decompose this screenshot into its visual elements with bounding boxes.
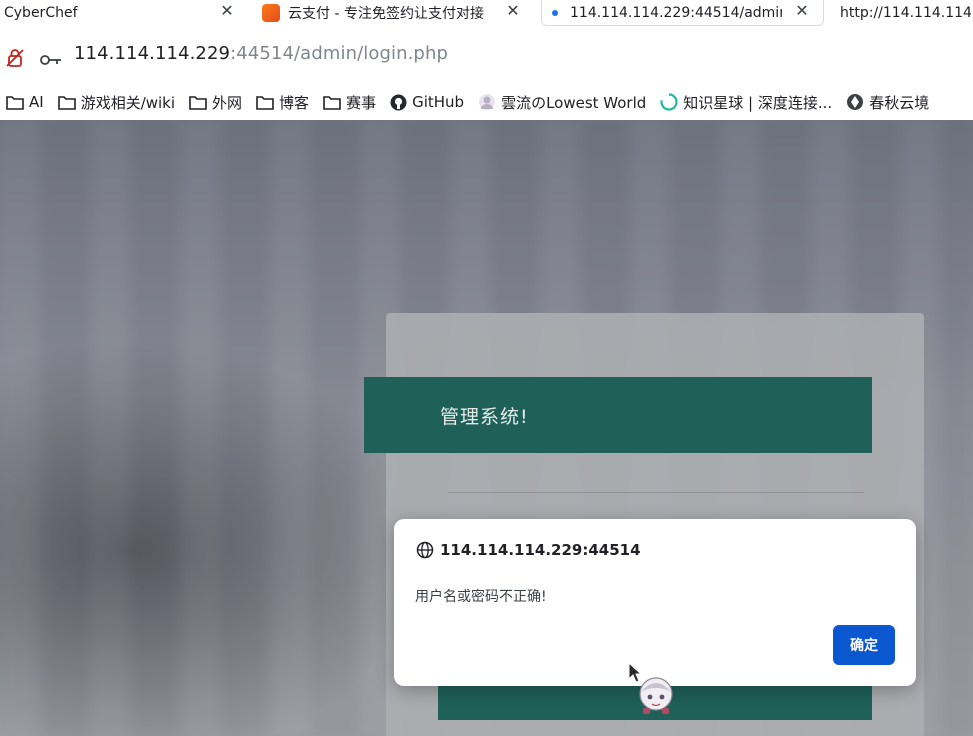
globe-icon [416, 541, 434, 559]
bookmark-chunqiu[interactable]: 春秋云境 [846, 92, 929, 113]
form-divider [448, 492, 864, 493]
url-port-path: :44514/admin/login.php [230, 43, 448, 64]
bookmark-external[interactable]: 外网 [189, 92, 242, 113]
ok-button[interactable]: 确定 [833, 625, 895, 665]
folder-icon [57, 95, 76, 110]
login-header: 管理系统! [364, 377, 872, 453]
login-title: 管理系统! [440, 405, 529, 428]
bookmark-label: 雲流のLowest World [501, 93, 647, 112]
folder-icon [323, 95, 341, 110]
dialog-origin-text: 114.114.114.229:44514 [440, 541, 641, 559]
pointer-cursor-icon [628, 662, 642, 683]
bookmark-label: AI [29, 93, 44, 111]
site-icon [847, 94, 864, 110]
close-icon[interactable]: ✕ [218, 2, 236, 20]
key-icon[interactable] [40, 51, 62, 70]
bookmark-ai[interactable]: AI [6, 93, 44, 111]
dialog-message: 用户名或密码不正确! [415, 589, 547, 605]
folder-icon [6, 95, 24, 110]
bookmark-contests[interactable]: 赛事 [323, 92, 376, 113]
bookmark-blog[interactable]: 博客 [256, 92, 309, 113]
bookmark-label: 博客 [279, 93, 310, 112]
address-bar: 114.114.114.229:44514/admin/login.php [0, 26, 973, 84]
bookmark-label: GitHub [412, 93, 465, 111]
bookmarks-bar: AI 游戏相关/wiki 外网 博客 赛事 GitHub 雲流のLowest W… [0, 84, 973, 120]
tab-strip: CyberChef ✕ 云支付 - 专注免签约让支付对接 ✕ 114.114.1… [0, 0, 973, 26]
bookmark-games-wiki[interactable]: 游戏相关/wiki [57, 92, 176, 113]
tab-title: CyberChef [4, 5, 78, 21]
bookmark-label: 春秋云境 [869, 93, 930, 112]
bookmark-label: 赛事 [346, 93, 377, 112]
folder-icon [189, 95, 207, 110]
bookmark-label: 知识星球 | 深度连接... [683, 93, 833, 112]
tab-cyberchef[interactable]: CyberChef ✕ [0, 0, 246, 26]
tab-yunzhifu[interactable]: 云支付 - 专注免签约让支付对接 ✕ [262, 0, 530, 26]
tab-loading-dot-icon [552, 9, 558, 16]
loading-ring-icon [660, 93, 678, 111]
tab-admin-login[interactable]: 114.114.114.229:44514/admin ✕ [541, 0, 824, 26]
bookmark-label: 游戏相关/wiki [80, 93, 176, 112]
bookmark-zsxq[interactable]: 知识星球 | 深度连接... [660, 92, 832, 113]
bookmark-lowest-world[interactable]: 雲流のLowest World [478, 92, 646, 113]
url-host: 114.114.114.229 [74, 43, 231, 64]
folder-icon [256, 95, 274, 110]
bookmark-github[interactable]: GitHub [390, 93, 464, 111]
url-field[interactable]: 114.114.114.229:44514/admin/login.php [74, 43, 448, 64]
fox-favicon-icon [262, 4, 280, 22]
tab-title: 114.114.114.229:44514/admin [570, 4, 782, 21]
tab-http[interactable]: http://114.114.114 [840, 0, 973, 26]
alert-dialog: 114.114.114.229:44514 用户名或密码不正确! 确定 [394, 519, 916, 686]
tab-title: http://114.114.114 [840, 5, 972, 21]
tab-title: 云支付 - 专注免签约让支付对接 [288, 6, 484, 22]
avatar-icon [479, 94, 496, 110]
close-icon[interactable]: ✕ [504, 2, 522, 20]
close-icon[interactable]: ✕ [793, 2, 811, 20]
dialog-origin: 114.114.114.229:44514 [416, 541, 641, 559]
github-icon [390, 94, 407, 110]
not-secure-lock-icon[interactable] [6, 48, 24, 72]
bookmark-label: 外网 [212, 93, 243, 112]
